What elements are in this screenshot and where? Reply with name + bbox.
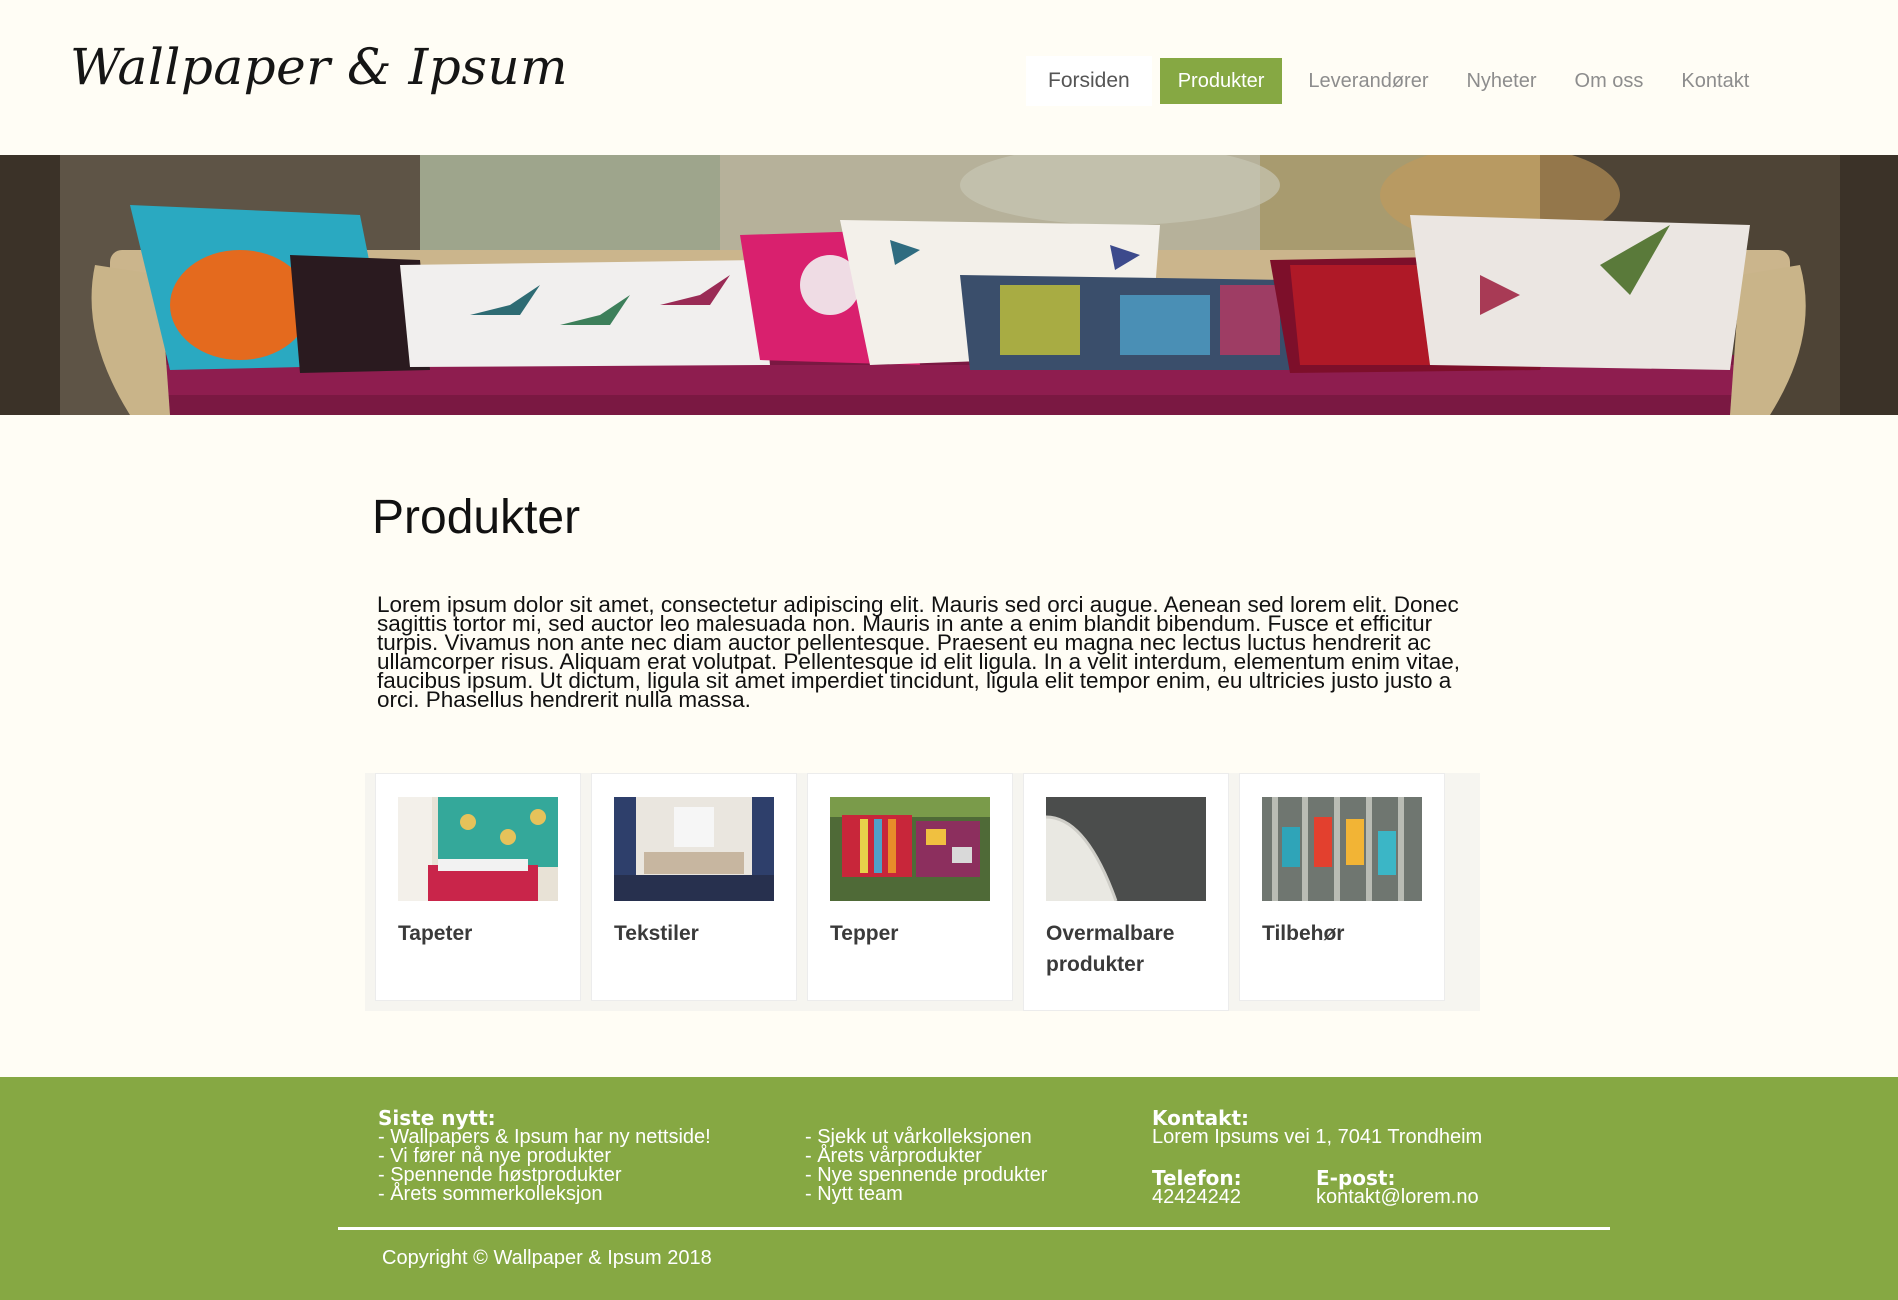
main-nav: Forsiden Produkter Leverandører Nyheter … [1026, 56, 1767, 106]
site-header: Wallpaper & Ipsum Forsiden Produkter Lev… [0, 0, 1898, 155]
product-grid: Tapeter Tekstiler Tepper Overmalbare pro… [365, 773, 1480, 1011]
product-card-tilbehor[interactable]: Tilbehør [1239, 773, 1445, 1001]
footer-divider [338, 1227, 1610, 1230]
copyright-text: Copyright © Wallpaper & Ipsum 2018 [382, 1247, 712, 1269]
product-card-tekstiler[interactable]: Tekstiler [591, 773, 797, 1001]
site-footer: Siste nytt: - Wallpapers & Ipsum har ny … [0, 1077, 1898, 1300]
news-item[interactable]: - Nytt team [805, 1184, 1047, 1204]
nav-item-produkter[interactable]: Produkter [1159, 58, 1283, 104]
nav-item-forsiden[interactable]: Forsiden [1026, 56, 1152, 106]
page-title: Produkter [372, 491, 581, 544]
product-label: Overmalbare produkter [1046, 922, 1175, 976]
contact-column: Kontakt: Lorem Ipsums vei 1, 7041 Trondh… [1152, 1108, 1483, 1148]
email-block: E-post: kontakt@lorem.no [1316, 1168, 1479, 1207]
product-card-overmalbare[interactable]: Overmalbare produkter [1023, 773, 1229, 1011]
news-column-1: Siste nytt: - Wallpapers & Ipsum har ny … [378, 1108, 711, 1204]
phone-block: Telefon: 42424242 [1152, 1168, 1242, 1207]
news-item[interactable]: - Årets sommerkolleksjon [378, 1184, 711, 1204]
product-label: Tekstiler [614, 922, 699, 945]
product-label: Tepper [830, 922, 899, 945]
intro-paragraph: Lorem ipsum dolor sit amet, consectetur … [377, 592, 1461, 712]
phone-number[interactable]: 42424242 [1152, 1187, 1242, 1207]
product-card-tapeter[interactable]: Tapeter [375, 773, 581, 1001]
product-label: Tapeter [398, 922, 473, 945]
product-card-tepper[interactable]: Tepper [807, 773, 1013, 1001]
site-logo[interactable]: Wallpaper & Ipsum [70, 38, 568, 96]
nav-item-om-oss[interactable]: Om oss [1557, 58, 1662, 104]
news-column-2: - Sjekk ut vårkolleksjonen - Årets vårpr… [805, 1127, 1047, 1204]
overmalbare-thumbnail [1046, 797, 1206, 901]
tapeter-thumbnail [398, 797, 558, 901]
hero-sofa-image [0, 155, 1898, 415]
hero-banner [0, 155, 1898, 415]
product-label: Tilbehør [1262, 922, 1345, 945]
nav-item-nyheter[interactable]: Nyheter [1448, 58, 1554, 104]
nav-item-kontakt[interactable]: Kontakt [1663, 58, 1767, 104]
email-address[interactable]: kontakt@lorem.no [1316, 1187, 1479, 1207]
tepper-thumbnail [830, 797, 990, 901]
contact-address: Lorem Ipsums vei 1, 7041 Trondheim [1152, 1126, 1483, 1148]
tekstiler-thumbnail [614, 797, 774, 901]
nav-item-leverandorer[interactable]: Leverandører [1290, 58, 1446, 104]
tilbehor-thumbnail [1262, 797, 1422, 901]
